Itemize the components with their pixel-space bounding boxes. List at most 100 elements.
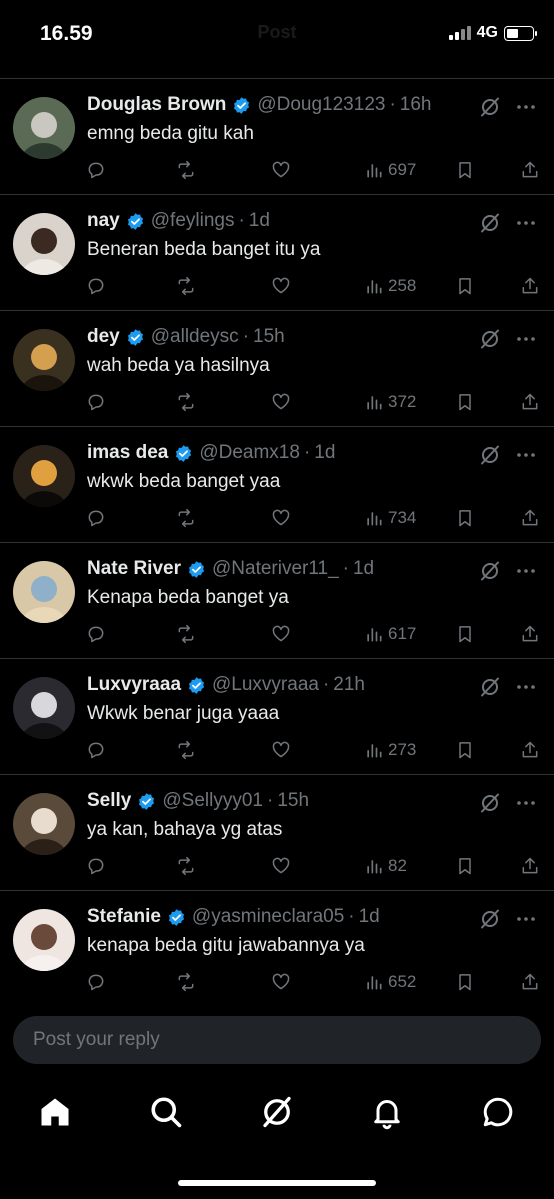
user-handle[interactable]: @yasmineclara05 [192, 906, 344, 928]
like-icon[interactable] [271, 623, 291, 645]
bookmark-icon[interactable] [455, 391, 475, 413]
reply-item[interactable]: Douglas Brown @Doug123123 · 16h emng beda gi… [0, 78, 554, 194]
user-name[interactable]: Douglas Brown [87, 94, 226, 116]
more-options-icon[interactable] [514, 791, 538, 815]
views-button[interactable]: 697 [364, 159, 416, 181]
user-handle[interactable]: @Sellyyy01 [162, 790, 263, 812]
repost-icon[interactable] [176, 275, 196, 297]
views-button[interactable]: 617 [364, 623, 416, 645]
more-options-icon[interactable] [514, 907, 538, 931]
avatar[interactable] [13, 677, 75, 739]
more-options-icon[interactable] [514, 443, 538, 467]
avatar[interactable] [13, 561, 75, 623]
reply-item[interactable]: nay @feylings · 1d Beneran beda banget itu y… [0, 194, 554, 310]
reply-input[interactable] [31, 1028, 515, 1052]
grok-icon[interactable] [478, 559, 502, 583]
repost-icon[interactable] [176, 159, 196, 181]
reply-time[interactable]: 1d [314, 442, 335, 464]
repost-icon[interactable] [176, 855, 196, 877]
reply-time[interactable]: 21h [333, 674, 365, 696]
bookmark-icon[interactable] [455, 507, 475, 529]
user-handle[interactable]: @Doug123123 [257, 94, 385, 116]
reply-icon[interactable] [86, 971, 106, 993]
avatar[interactable] [13, 445, 75, 507]
share-icon[interactable] [520, 971, 540, 993]
reply-icon[interactable] [86, 159, 106, 181]
views-button[interactable]: 258 [364, 275, 416, 297]
views-button[interactable]: 273 [364, 739, 416, 761]
grok-icon[interactable] [478, 211, 502, 235]
avatar[interactable] [13, 793, 75, 855]
grok-icon[interactable] [259, 1094, 295, 1130]
avatar[interactable] [13, 329, 75, 391]
reply-compose-box[interactable] [13, 1016, 541, 1064]
more-options-icon[interactable] [514, 675, 538, 699]
views-button[interactable]: 734 [364, 507, 416, 529]
repost-icon[interactable] [176, 507, 196, 529]
avatar[interactable] [13, 97, 75, 159]
grok-icon[interactable] [478, 95, 502, 119]
reply-item[interactable]: Nate River @Nateriver11_ · 1d Kenapa beda ba… [0, 542, 554, 658]
user-handle[interactable]: @Deamx18 [199, 442, 300, 464]
user-handle[interactable]: @alldeysc [151, 326, 239, 348]
reply-icon[interactable] [86, 391, 106, 413]
reply-time[interactable]: 1d [359, 906, 380, 928]
more-options-icon[interactable] [514, 95, 538, 119]
repost-icon[interactable] [176, 739, 196, 761]
grok-icon[interactable] [478, 327, 502, 351]
repost-icon[interactable] [176, 971, 196, 993]
more-options-icon[interactable] [514, 211, 538, 235]
reply-icon[interactable] [86, 507, 106, 529]
like-icon[interactable] [271, 275, 291, 297]
notifications-icon[interactable] [369, 1094, 405, 1130]
user-name[interactable]: imas dea [87, 442, 168, 464]
reply-item[interactable]: Stefanie @yasmineclara05 · 1d kenapa beda gi… [0, 890, 554, 1006]
grok-icon[interactable] [478, 443, 502, 467]
messages-icon[interactable] [480, 1094, 516, 1130]
reply-icon[interactable] [86, 855, 106, 877]
user-handle[interactable]: @Luxvyraaa [212, 674, 319, 696]
views-button[interactable]: 652 [364, 971, 416, 993]
repost-icon[interactable] [176, 391, 196, 413]
user-name[interactable]: nay [87, 210, 120, 232]
search-icon[interactable] [148, 1094, 184, 1130]
avatar[interactable] [13, 213, 75, 275]
like-icon[interactable] [271, 739, 291, 761]
reply-item[interactable]: dey @alldeysc · 15h wah beda ya hasilnya 372 [0, 310, 554, 426]
user-name[interactable]: Nate River [87, 558, 181, 580]
user-name[interactable]: Selly [87, 790, 131, 812]
like-icon[interactable] [271, 971, 291, 993]
bookmark-icon[interactable] [455, 739, 475, 761]
share-icon[interactable] [520, 855, 540, 877]
more-options-icon[interactable] [514, 327, 538, 351]
like-icon[interactable] [271, 159, 291, 181]
reply-icon[interactable] [86, 623, 106, 645]
repost-icon[interactable] [176, 623, 196, 645]
grok-icon[interactable] [478, 791, 502, 815]
reply-item[interactable]: Luxvyraaa @Luxvyraaa · 21h Wkwk benar juga y… [0, 658, 554, 774]
grok-icon[interactable] [478, 675, 502, 699]
share-icon[interactable] [520, 391, 540, 413]
user-handle[interactable]: @Nateriver11_ [212, 558, 339, 580]
user-name[interactable]: Luxvyraaa [87, 674, 181, 696]
reply-icon[interactable] [86, 275, 106, 297]
share-icon[interactable] [520, 275, 540, 297]
reply-time[interactable]: 1d [249, 210, 270, 232]
share-icon[interactable] [520, 507, 540, 529]
share-icon[interactable] [520, 739, 540, 761]
reply-item[interactable]: Selly @Sellyyy01 · 15h ya kan, bahaya yg ata… [0, 774, 554, 890]
home-icon[interactable] [37, 1094, 73, 1130]
like-icon[interactable] [271, 507, 291, 529]
bookmark-icon[interactable] [455, 159, 475, 181]
reply-item[interactable]: imas dea @Deamx18 · 1d wkwk beda banget yaa 7… [0, 426, 554, 542]
user-name[interactable]: Stefanie [87, 906, 161, 928]
reply-time[interactable]: 15h [253, 326, 285, 348]
like-icon[interactable] [271, 855, 291, 877]
like-icon[interactable] [271, 391, 291, 413]
share-icon[interactable] [520, 159, 540, 181]
avatar[interactable] [13, 909, 75, 971]
reply-time[interactable]: 16h [400, 94, 432, 116]
reply-time[interactable]: 15h [277, 790, 309, 812]
bookmark-icon[interactable] [455, 275, 475, 297]
user-handle[interactable]: @feylings [151, 210, 235, 232]
